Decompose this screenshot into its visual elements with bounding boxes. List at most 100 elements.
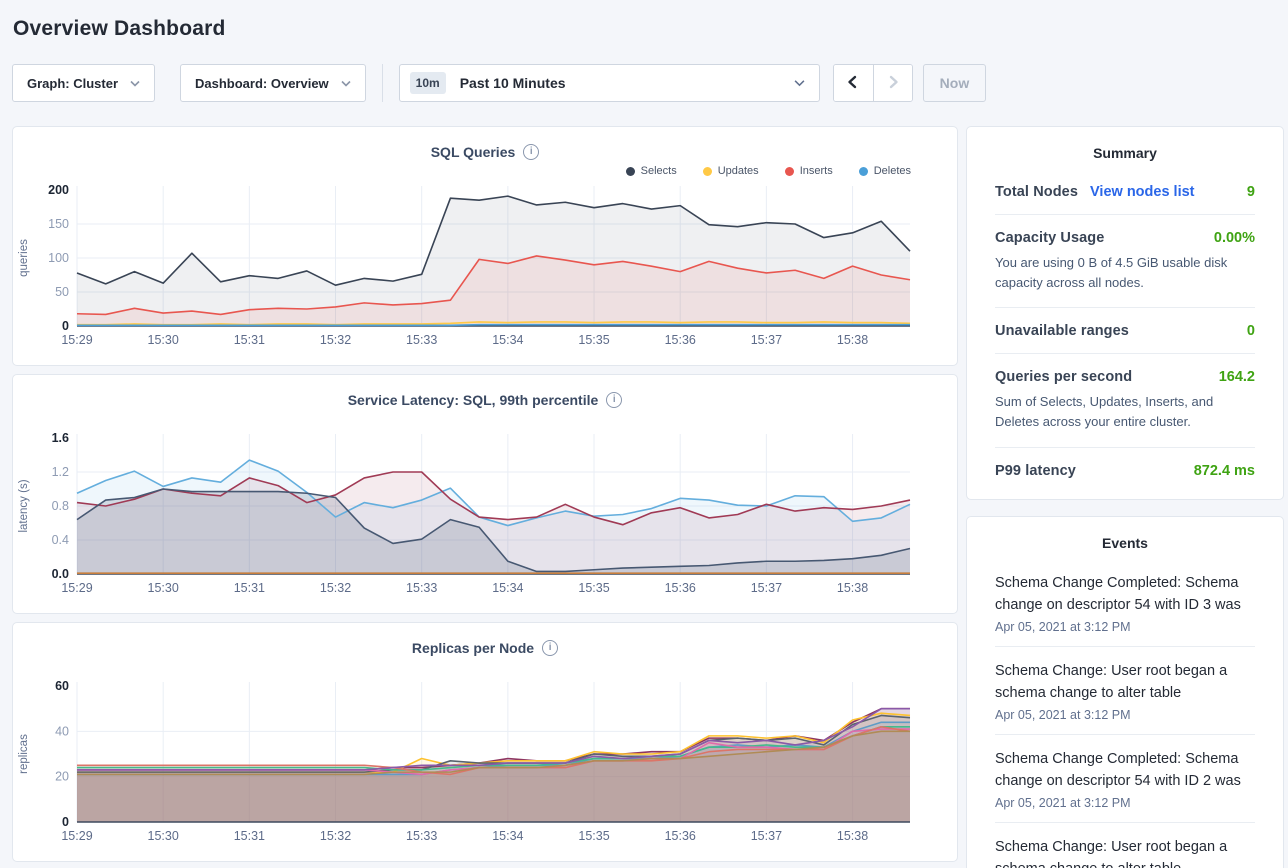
- summary-row-queries-per-second: Queries per second 164.2 Sum of Selects,…: [995, 354, 1255, 447]
- svg-text:latency (s): latency (s): [18, 479, 30, 532]
- svg-text:100: 100: [48, 251, 69, 265]
- svg-text:15:31: 15:31: [234, 829, 265, 843]
- graph-selector-label: Graph: Cluster: [27, 76, 118, 91]
- events-panel: Events Schema Change Completed: Schema c…: [966, 516, 1284, 868]
- time-prev-button[interactable]: [834, 65, 873, 101]
- svg-text:15:38: 15:38: [837, 581, 868, 595]
- main-content: SQL Queries i Selects Updates Inserts Delet…: [12, 126, 1284, 868]
- svg-text:0.8: 0.8: [52, 499, 69, 513]
- legend-label: Updates: [718, 165, 759, 177]
- legend-label: Selects: [641, 165, 677, 177]
- event-timestamp: Apr 05, 2021 at 3:12 PM: [995, 796, 1255, 810]
- event-text: Schema Change: User root began a schema …: [995, 836, 1255, 868]
- svg-text:20: 20: [55, 770, 69, 784]
- view-nodes-list-link[interactable]: View nodes list: [1090, 184, 1195, 200]
- svg-text:15:38: 15:38: [837, 829, 868, 843]
- sidebar: Summary Total Nodes View nodes list 9 Ca…: [966, 126, 1284, 868]
- svg-text:15:33: 15:33: [406, 829, 437, 843]
- event-item[interactable]: Schema Change Completed: Schema change o…: [995, 735, 1255, 823]
- time-range-picker[interactable]: 10m Past 10 Minutes: [399, 64, 820, 102]
- graph-selector-dropdown[interactable]: Graph: Cluster: [12, 64, 155, 102]
- legend-item-deletes[interactable]: Deletes: [859, 165, 911, 177]
- svg-text:15:37: 15:37: [751, 333, 782, 347]
- svg-text:15:32: 15:32: [320, 829, 351, 843]
- svg-text:0: 0: [62, 319, 69, 333]
- svg-text:15:29: 15:29: [61, 581, 92, 595]
- legend-label: Inserts: [800, 165, 833, 177]
- chart-title: Service Latency: SQL, 99th percentile: [348, 392, 599, 408]
- chevron-right-icon: [884, 73, 902, 94]
- summary-row-label: Queries per second: [995, 369, 1132, 385]
- svg-text:15:32: 15:32: [320, 581, 351, 595]
- time-range-label: Past 10 Minutes: [460, 75, 794, 91]
- svg-text:15:37: 15:37: [751, 581, 782, 595]
- legend-item-inserts[interactable]: Inserts: [785, 165, 833, 177]
- summary-row-value: 164.2: [1219, 369, 1255, 385]
- svg-text:15:33: 15:33: [406, 581, 437, 595]
- chevron-down-icon: [341, 80, 351, 87]
- summary-title: Summary: [995, 145, 1255, 169]
- svg-text:0: 0: [62, 815, 69, 829]
- svg-text:15:34: 15:34: [492, 333, 523, 347]
- chevron-down-icon: [794, 79, 805, 87]
- svg-text:1.6: 1.6: [52, 431, 69, 445]
- info-icon[interactable]: i: [606, 392, 622, 408]
- page-title: Overview Dashboard: [0, 0, 1288, 41]
- summary-row-label: Capacity Usage: [995, 230, 1104, 246]
- summary-row-value: 0: [1247, 323, 1255, 339]
- legend-dot-icon: [859, 167, 868, 176]
- service-latency-chart[interactable]: 15:2915:3015:3115:3215:3315:3415:3515:36…: [13, 428, 957, 606]
- svg-text:15:29: 15:29: [61, 829, 92, 843]
- svg-text:1.2: 1.2: [52, 465, 69, 479]
- svg-text:15:36: 15:36: [665, 333, 696, 347]
- svg-text:15:34: 15:34: [492, 581, 523, 595]
- event-item[interactable]: Schema Change Completed: Schema change o…: [995, 559, 1255, 647]
- event-item[interactable]: Schema Change: User root began a schema …: [995, 647, 1255, 735]
- summary-row-unavailable-ranges: Unavailable ranges 0: [995, 308, 1255, 354]
- summary-row-value: 872.4 ms: [1194, 463, 1255, 479]
- svg-text:15:31: 15:31: [234, 581, 265, 595]
- svg-text:0.4: 0.4: [52, 533, 69, 547]
- toolbar-divider: [382, 64, 383, 102]
- time-next-button[interactable]: [873, 65, 912, 101]
- chart-legend: [13, 659, 957, 675]
- svg-text:15:30: 15:30: [148, 829, 179, 843]
- event-timestamp: Apr 05, 2021 at 3:12 PM: [995, 708, 1255, 722]
- svg-text:15:38: 15:38: [837, 333, 868, 347]
- now-button[interactable]: Now: [923, 64, 987, 102]
- svg-text:15:35: 15:35: [578, 829, 609, 843]
- svg-text:15:35: 15:35: [578, 581, 609, 595]
- legend-dot-icon: [703, 167, 712, 176]
- svg-text:60: 60: [55, 679, 69, 693]
- summary-row-capacity-usage: Capacity Usage 0.00% You are using 0 B o…: [995, 215, 1255, 308]
- dashboard-selector-dropdown[interactable]: Dashboard: Overview: [180, 64, 366, 102]
- replicas-per-node-chart[interactable]: 15:2915:3015:3115:3215:3315:3415:3515:36…: [13, 676, 957, 854]
- sql-queries-chart[interactable]: 15:2915:3015:3115:3215:3315:3415:3515:36…: [13, 180, 957, 358]
- chart-panel-replicas-per-node: Replicas per Node i 15:2915:3015:3115:32…: [12, 622, 958, 862]
- svg-text:15:30: 15:30: [148, 581, 179, 595]
- chart-title: SQL Queries: [431, 144, 516, 160]
- summary-row-note: You are using 0 B of 4.5 GiB usable disk…: [995, 253, 1255, 293]
- chart-panel-service-latency: Service Latency: SQL, 99th percentile i …: [12, 374, 958, 614]
- chevron-down-icon: [130, 80, 140, 87]
- legend-item-updates[interactable]: Updates: [703, 165, 759, 177]
- svg-text:queries: queries: [18, 239, 30, 277]
- event-item[interactable]: Schema Change: User root began a schema …: [995, 823, 1255, 868]
- svg-text:150: 150: [48, 217, 69, 231]
- info-icon[interactable]: i: [542, 640, 558, 656]
- info-icon[interactable]: i: [523, 144, 539, 160]
- chart-legend: [13, 411, 957, 427]
- summary-row-label: Total Nodes: [995, 184, 1078, 200]
- event-text: Schema Change Completed: Schema change o…: [995, 572, 1255, 616]
- summary-row-p99-latency: P99 latency 872.4 ms: [995, 448, 1255, 493]
- events-title: Events: [995, 535, 1255, 559]
- svg-text:15:30: 15:30: [148, 333, 179, 347]
- toolbar: Graph: Cluster Dashboard: Overview 10m P…: [12, 64, 1276, 102]
- event-timestamp: Apr 05, 2021 at 3:12 PM: [995, 620, 1255, 634]
- legend-label: Deletes: [874, 165, 911, 177]
- legend-item-selects[interactable]: Selects: [626, 165, 677, 177]
- chart-panel-sql-queries: SQL Queries i Selects Updates Inserts Delet…: [12, 126, 958, 366]
- svg-text:0.0: 0.0: [52, 567, 69, 581]
- svg-text:50: 50: [55, 285, 69, 299]
- svg-text:15:36: 15:36: [665, 829, 696, 843]
